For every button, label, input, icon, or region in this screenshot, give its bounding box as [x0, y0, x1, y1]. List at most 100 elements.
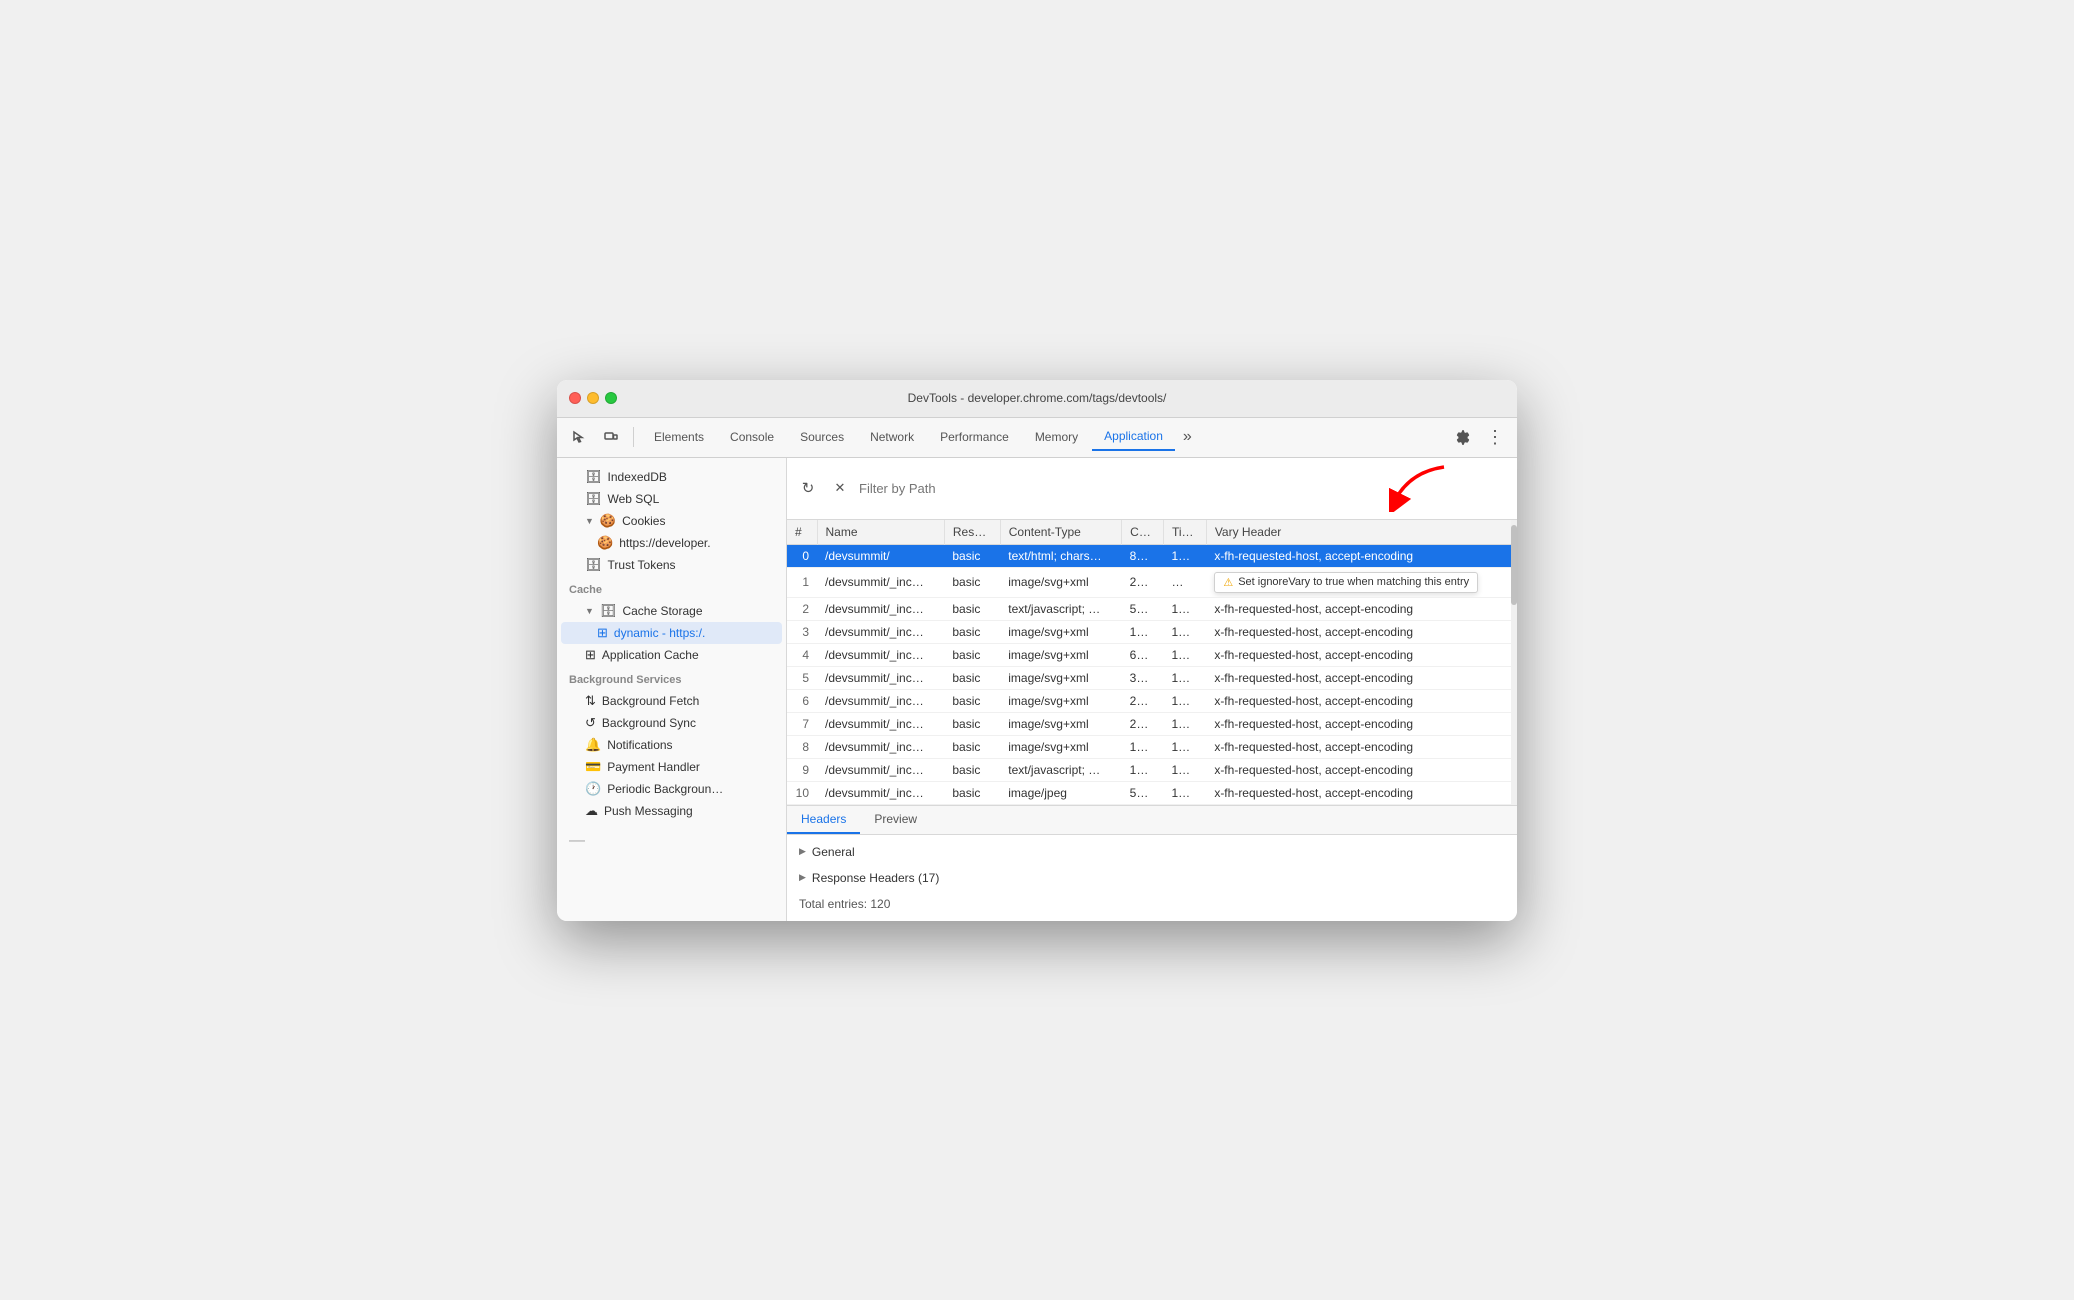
close-button[interactable]	[569, 392, 581, 404]
sidebar-label-app-cache: Application Cache	[602, 648, 699, 662]
sidebar-item-periodic-bg[interactable]: 🕐 Periodic Backgroun…	[561, 778, 782, 800]
window-title: DevTools - developer.chrome.com/tags/dev…	[908, 391, 1167, 405]
sidebar-scroll-indicator: —	[557, 822, 786, 860]
table-row[interactable]: 7/devsummit/_inc…basicimage/svg+xml2…1…x…	[787, 712, 1517, 735]
cell-c: 1…	[1122, 735, 1164, 758]
sidebar-item-notifications[interactable]: 🔔 Notifications	[561, 734, 782, 756]
cell-c: 8…	[1122, 544, 1164, 567]
col-ti[interactable]: Ti…	[1164, 520, 1207, 545]
table-row[interactable]: 6/devsummit/_inc…basicimage/svg+xml2…1…x…	[787, 689, 1517, 712]
section-response-headers[interactable]: ▶ Response Headers (17)	[787, 865, 1517, 891]
minimize-button[interactable]	[587, 392, 599, 404]
cache-storage-triangle-icon: ▼	[585, 606, 594, 616]
sidebar-item-cookies[interactable]: ▼ 🍪 Cookies	[561, 510, 782, 532]
sidebar-label-notifications: Notifications	[607, 738, 672, 752]
sidebar-item-bg-sync[interactable]: ↺ Background Sync	[561, 712, 782, 734]
cell-c: 3…	[1122, 666, 1164, 689]
sidebar-label-periodic-bg: Periodic Backgroun…	[607, 782, 723, 796]
sidebar-item-push-messaging[interactable]: ☁ Push Messaging	[561, 800, 782, 822]
scrollbar-thumb[interactable]	[1511, 525, 1517, 605]
fullscreen-button[interactable]	[605, 392, 617, 404]
cell-ti: 1…	[1164, 735, 1207, 758]
cell-res: basic	[944, 544, 1000, 567]
cookies-dev-icon: 🍪	[597, 535, 613, 551]
cursor-icon-btn[interactable]	[565, 423, 593, 451]
table-row[interactable]: 4/devsummit/_inc…basicimage/svg+xml6…1…x…	[787, 643, 1517, 666]
tab-console[interactable]: Console	[718, 424, 786, 450]
cell-name: /devsummit/_inc…	[817, 689, 944, 712]
cell-name: /devsummit/_inc…	[817, 666, 944, 689]
cell-num: 7	[787, 712, 817, 735]
tab-bar: Elements Console Sources Network Perform…	[642, 423, 1445, 451]
sidebar-item-bg-fetch[interactable]: ⇅ Background Fetch	[561, 690, 782, 712]
col-name[interactable]: Name	[817, 520, 944, 545]
bottom-tab-headers[interactable]: Headers	[787, 806, 860, 834]
cell-res: basic	[944, 597, 1000, 620]
col-c[interactable]: C…	[1122, 520, 1164, 545]
sidebar-item-websql[interactable]: 🗄 Web SQL	[561, 488, 782, 510]
tab-network[interactable]: Network	[858, 424, 926, 450]
cell-res: basic	[944, 643, 1000, 666]
scrollbar-track	[1511, 520, 1517, 805]
cell-ti: 1…	[1164, 689, 1207, 712]
sidebar-item-app-cache[interactable]: ⊞ Application Cache	[561, 644, 782, 666]
section-general[interactable]: ▶ General	[787, 839, 1517, 865]
table-row[interactable]: 10/devsummit/_inc…basicimage/jpeg5…1…x-f…	[787, 781, 1517, 804]
cell-name: /devsummit/_inc…	[817, 567, 944, 597]
sidebar-item-indexeddb[interactable]: 🗄 IndexedDB	[561, 466, 782, 488]
cell-vary: ⚠Set ignoreVary to true when matching th…	[1206, 567, 1517, 597]
sidebar-item-dynamic[interactable]: ⊞ dynamic - https:/.	[561, 622, 782, 644]
table-row[interactable]: 1/devsummit/_inc…basicimage/svg+xml2……⚠S…	[787, 567, 1517, 597]
cell-content-type: text/html; chars…	[1000, 544, 1121, 567]
cell-vary: x-fh-requested-host, accept-encoding	[1206, 781, 1517, 804]
cell-content-type: image/svg+xml	[1000, 689, 1121, 712]
more-options-icon[interactable]: ⋮	[1481, 423, 1509, 451]
clear-button[interactable]: ✕	[827, 475, 853, 501]
filter-input[interactable]	[859, 481, 1383, 496]
cell-ti: 1…	[1164, 666, 1207, 689]
sidebar-item-trust-tokens[interactable]: 🗄 Trust Tokens	[561, 554, 782, 576]
bg-sync-icon: ↺	[585, 715, 596, 731]
notifications-icon: 🔔	[585, 737, 601, 753]
tab-memory[interactable]: Memory	[1023, 424, 1090, 450]
tab-elements[interactable]: Elements	[642, 424, 716, 450]
device-toggle-btn[interactable]	[597, 423, 625, 451]
col-res[interactable]: Res…	[944, 520, 1000, 545]
table-row[interactable]: 0/devsummit/basictext/html; chars…8…1…x-…	[787, 544, 1517, 567]
cell-content-type: image/svg+xml	[1000, 620, 1121, 643]
cell-num: 10	[787, 781, 817, 804]
websql-icon: 🗄	[585, 491, 602, 507]
table-row[interactable]: 2/devsummit/_inc…basictext/javascript; ……	[787, 597, 1517, 620]
trust-tokens-icon: 🗄	[585, 557, 602, 573]
tab-application[interactable]: Application	[1092, 423, 1175, 451]
sidebar-label-cookies: Cookies	[622, 514, 665, 528]
cell-res: basic	[944, 781, 1000, 804]
sidebar-label-cookies-dev: https://developer.	[619, 536, 710, 550]
sidebar-label-websql: Web SQL	[608, 492, 660, 506]
more-tabs-button[interactable]: »	[1177, 424, 1198, 450]
refresh-icon: ↻	[802, 479, 815, 497]
sidebar-item-cache-storage[interactable]: ▼ 🗄 Cache Storage	[561, 600, 782, 622]
settings-icon[interactable]	[1449, 423, 1477, 451]
cell-ti: 1…	[1164, 544, 1207, 567]
table-row[interactable]: 8/devsummit/_inc…basicimage/svg+xml1…1…x…	[787, 735, 1517, 758]
sidebar-label-trust-tokens: Trust Tokens	[608, 558, 676, 572]
table-row[interactable]: 9/devsummit/_inc…basictext/javascript; ……	[787, 758, 1517, 781]
tab-performance[interactable]: Performance	[928, 424, 1021, 450]
cell-c: 6…	[1122, 643, 1164, 666]
table-row[interactable]: 5/devsummit/_inc…basicimage/svg+xml3…1…x…	[787, 666, 1517, 689]
sidebar-item-cookies-dev[interactable]: 🍪 https://developer.	[561, 532, 782, 554]
toolbar-right: ⋮	[1449, 423, 1509, 451]
tab-sources[interactable]: Sources	[788, 424, 856, 450]
refresh-button[interactable]: ↻	[795, 475, 821, 501]
cell-c: 5…	[1122, 781, 1164, 804]
col-vary-header[interactable]: Vary Header	[1206, 520, 1517, 545]
table-row[interactable]: 3/devsummit/_inc…basicimage/svg+xml1…1…x…	[787, 620, 1517, 643]
cell-res: basic	[944, 735, 1000, 758]
col-content-type[interactable]: Content-Type	[1000, 520, 1121, 545]
sidebar-item-payment-handler[interactable]: 💳 Payment Handler	[561, 756, 782, 778]
col-num: #	[787, 520, 817, 545]
cell-vary: x-fh-requested-host, accept-encoding	[1206, 544, 1517, 567]
bottom-tab-preview[interactable]: Preview	[860, 806, 931, 834]
cell-name: /devsummit/	[817, 544, 944, 567]
